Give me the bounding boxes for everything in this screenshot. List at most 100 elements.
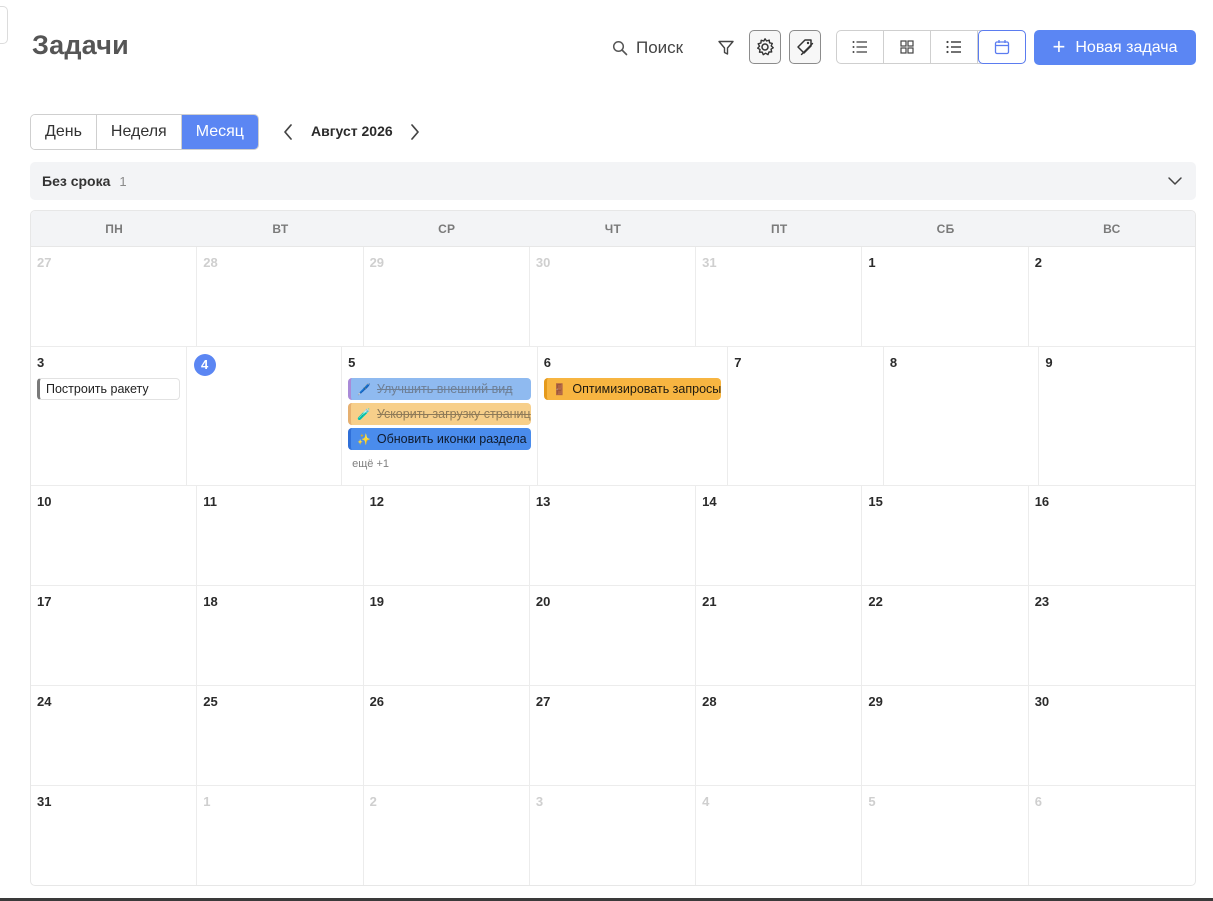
calendar-day[interactable]: 13 (530, 486, 697, 585)
calendar-day[interactable]: 25 (197, 686, 364, 785)
plus-icon: + (1052, 33, 1066, 59)
calendar-day[interactable]: 29 (364, 247, 530, 346)
calendar-day[interactable]: 15 (862, 486, 1029, 585)
range-month-button[interactable]: Месяц (181, 115, 258, 149)
new-task-button[interactable]: + Новая задача (1034, 30, 1196, 65)
calendar-day[interactable]: 6 (1029, 786, 1195, 885)
day-number: 2 (369, 794, 377, 809)
month-calendar: ПН ВТ СР ЧТ ПТ СБ ВС 27 28 29 30 31 1 2 … (30, 210, 1196, 886)
calendar-day[interactable]: 31 (31, 786, 198, 885)
calendar-day[interactable]: 1 (862, 247, 1029, 346)
calendar-day[interactable]: 12 (364, 486, 530, 585)
calendar-day[interactable]: 2 (364, 786, 530, 885)
weekday-label: СР (438, 221, 456, 236)
task-chip[interactable]: Построить ракету (37, 378, 180, 400)
calendar-day[interactable]: 30 (1029, 686, 1195, 785)
day-number: 5 (868, 794, 876, 809)
next-month-button[interactable] (405, 120, 425, 144)
calendar-week: 27 28 29 30 31 1 2 (31, 247, 1195, 347)
calendar-week: 31 1 2 3 4 5 6 (31, 786, 1195, 885)
day-number: 15 (868, 494, 883, 509)
calendar-day[interactable]: 1 (197, 786, 364, 885)
task-chip[interactable]: 🧪 Ускорить загрузку страниц (348, 403, 531, 425)
weekday-label: ВТ (272, 221, 289, 236)
new-task-label: Новая задача (1075, 38, 1178, 56)
calendar-day[interactable]: 7 (728, 347, 884, 485)
calendar-day[interactable]: 9 (1039, 347, 1195, 485)
calendar-view-button[interactable] (978, 30, 1026, 64)
day-number: 16 (1034, 494, 1050, 509)
previous-month-button[interactable] (278, 120, 298, 144)
day-number: 23 (1034, 594, 1050, 609)
more-tasks-link[interactable]: ещё +1 (348, 458, 531, 470)
calendar-day[interactable]: 3 (530, 786, 697, 885)
calendar-day[interactable]: 28 (197, 247, 364, 346)
calendar-day[interactable]: 31 (696, 247, 863, 346)
day-number: 6 (543, 355, 551, 370)
calendar-day[interactable]: 5 🖊️ Улучшить внешний вид 🧪 Ускорить заг… (342, 347, 538, 485)
calendar-day[interactable]: 26 (364, 686, 530, 785)
day-number: 18 (203, 594, 218, 609)
page-header: Задачи Поиск + Новая задача (0, 0, 1213, 96)
calendar-day[interactable]: 6 🚪 Оптимизировать запросы (538, 347, 729, 485)
calendar-day-today[interactable]: 4 (187, 347, 343, 485)
calendar-day[interactable]: 8 (884, 347, 1040, 485)
filter-button[interactable] (712, 34, 740, 62)
calendar-day[interactable]: 14 (696, 486, 863, 585)
calendar-day[interactable]: 19 (364, 586, 530, 685)
day-number: 8 (889, 355, 898, 370)
day-number: 21 (702, 594, 717, 609)
day-number: 27 (535, 694, 551, 709)
list-view-button[interactable] (837, 31, 884, 63)
calendar-day[interactable]: 27 (31, 247, 198, 346)
calendar-day[interactable]: 18 (197, 586, 364, 685)
day-number: 11 (203, 494, 218, 509)
view-switcher (836, 30, 1026, 64)
task-title: Улучшить внешний вид (376, 382, 513, 396)
calendar-day[interactable]: 20 (530, 586, 697, 685)
filter-icon (718, 40, 734, 55)
calendar-day[interactable]: 23 (1029, 586, 1195, 685)
task-chip[interactable]: ✨ Обновить иконки раздела (348, 428, 531, 450)
calendar-day[interactable]: 17 (31, 586, 198, 685)
calendar-day[interactable]: 3 Построить ракету (31, 347, 187, 485)
day-number: 1 (868, 255, 876, 270)
calendar-day[interactable]: 21 (696, 586, 863, 685)
calendar-icon (994, 40, 1010, 55)
day-number: 1 (203, 794, 211, 809)
settings-button[interactable] (749, 30, 781, 64)
calendar-day[interactable]: 2 (1029, 247, 1195, 346)
task-title: Обновить иконки раздела (376, 432, 527, 446)
chevron-left-icon (284, 124, 292, 140)
task-chip[interactable]: 🚪 Оптимизировать запросы (543, 378, 722, 400)
calendar-day[interactable]: 5 (862, 786, 1029, 885)
board-view-button[interactable] (884, 31, 931, 63)
compact-list-view-button[interactable] (931, 31, 978, 63)
calendar-day[interactable]: 30 (530, 247, 697, 346)
calendar-day[interactable]: 27 (530, 686, 697, 785)
weekday-header: ПН ВТ СР ЧТ ПТ СБ ВС (31, 211, 1195, 247)
day-number: 12 (369, 494, 385, 509)
calendar-day[interactable]: 29 (862, 686, 1029, 785)
range-day-button[interactable]: День (31, 115, 97, 149)
chevron-down-icon[interactable] (1166, 172, 1184, 190)
day-number: 26 (369, 694, 385, 709)
day-number: 13 (535, 494, 551, 509)
no-deadline-section[interactable]: Без срока 1 (30, 162, 1196, 200)
tags-button[interactable] (789, 30, 821, 64)
day-number: 27 (37, 255, 52, 270)
calendar-day[interactable]: 4 (696, 786, 863, 885)
calendar-day[interactable]: 16 (1029, 486, 1195, 585)
day-number: 28 (203, 255, 218, 270)
sparkles-icon: ✨ (357, 433, 371, 446)
weekday-label: ПН (105, 221, 124, 236)
search-button[interactable]: Поиск (612, 36, 683, 60)
calendar-day[interactable]: 22 (862, 586, 1029, 685)
calendar-day[interactable]: 24 (31, 686, 198, 785)
chevron-right-icon (411, 124, 419, 140)
calendar-day[interactable]: 11 (197, 486, 364, 585)
task-chip[interactable]: 🖊️ Улучшить внешний вид (348, 378, 531, 400)
range-week-button[interactable]: Неделя (96, 115, 182, 149)
calendar-day[interactable]: 10 (31, 486, 198, 585)
calendar-day[interactable]: 28 (696, 686, 863, 785)
